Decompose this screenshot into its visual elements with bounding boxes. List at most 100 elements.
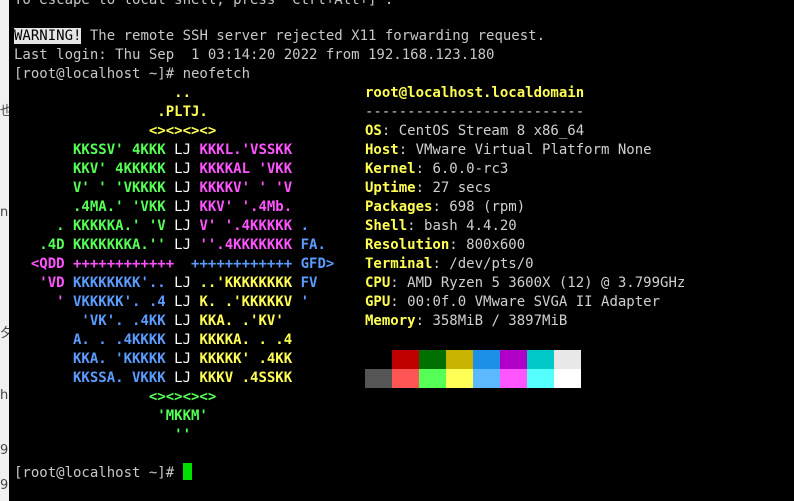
info-label: Terminal bbox=[365, 256, 433, 272]
logo-line: .4MA.' 'VKK LJ KKV' '.4Mb. bbox=[14, 198, 292, 217]
logo-segment: ' bbox=[14, 294, 74, 310]
terminal-line-last-login: Last login: Thu Sep 1 03:14:20 2022 from… bbox=[14, 47, 495, 63]
info-colon: : bbox=[398, 142, 416, 158]
logo-segment: KKKKV' ' 'V bbox=[199, 180, 293, 196]
logo-line: V' ' 'VKKKK LJ KKKKV' ' 'V bbox=[14, 179, 292, 198]
info-value: 6.0.0-rc3 bbox=[432, 161, 509, 177]
info-value: 698 (rpm) bbox=[449, 199, 526, 215]
logo-segment: KKKKK' .4KK bbox=[199, 351, 293, 367]
logo-segment: K. .'KKKKKV bbox=[199, 294, 293, 310]
info-colon: : bbox=[390, 275, 408, 291]
color-swatch bbox=[500, 369, 527, 388]
info-colon: : bbox=[432, 199, 450, 215]
logo-segment: KKKKKKKK'.. bbox=[73, 275, 175, 291]
color-swatch bbox=[365, 369, 392, 388]
info-value: 27 secs bbox=[432, 180, 492, 196]
info-label: Uptime bbox=[365, 180, 416, 196]
logo-line: KKV' 4KKKKK LJ KKKKAL 'VKK bbox=[14, 160, 292, 179]
logo-segment: .4KK bbox=[132, 313, 175, 329]
info-colon: : bbox=[390, 294, 408, 310]
logo-segment: V' ' 'VKKKK bbox=[14, 180, 175, 196]
info-colon: : bbox=[407, 218, 425, 234]
logo-segment: KKKV .4SSKK bbox=[199, 370, 293, 386]
logo-segment: KKA. .'KV' bbox=[199, 313, 284, 329]
info-colon: : bbox=[381, 123, 399, 139]
logo-line: . KKKKKA.' 'V LJ V' '.4KKKKK . bbox=[14, 217, 309, 236]
info-label: Resolution bbox=[365, 237, 450, 253]
logo-segment: LJ bbox=[174, 351, 200, 367]
logo-segment: ++++++++++++ bbox=[191, 256, 293, 272]
color-swatch bbox=[419, 369, 446, 388]
logo-segment: FA. bbox=[292, 237, 326, 253]
logo-segment: 'VK'. bbox=[14, 313, 133, 329]
logo-segment: LJ bbox=[174, 218, 200, 234]
logo-segment: . bbox=[292, 218, 310, 234]
info-field-cpu: CPU: AMD Ryzen 5 3600X (12) @ 3.799GHz bbox=[365, 274, 685, 293]
info-label: CPU bbox=[365, 275, 391, 291]
color-palette-row-normal bbox=[365, 350, 581, 369]
logo-segment: KKSSV' 4KKK bbox=[14, 142, 175, 158]
logo-segment: LJ bbox=[174, 237, 200, 253]
logo-segment: KKSSA. VKKK bbox=[14, 370, 175, 386]
logo-segment: .4D KKKKKKKA.'' bbox=[14, 237, 175, 253]
color-swatch bbox=[473, 369, 500, 388]
info-label: Host bbox=[365, 142, 399, 158]
logo-line: KKSSV' 4KKK LJ KKKL.'VSSKK bbox=[14, 141, 292, 160]
info-colon: : bbox=[432, 256, 450, 272]
color-palette-row-bright bbox=[365, 369, 581, 388]
logo-segment: KKKKAL 'VKK bbox=[199, 161, 293, 177]
logo-segment: 'VD bbox=[14, 275, 74, 291]
logo-segment: <QDD bbox=[14, 256, 74, 272]
logo-segment: A. . .4KKKK bbox=[14, 332, 175, 348]
logo-segment: V' '.4KKKKK bbox=[199, 218, 293, 234]
logo-line: KKA. 'KKKKK LJ KKKKK' .4KK bbox=[14, 350, 292, 369]
info-value: bash 4.4.20 bbox=[424, 218, 517, 234]
logo-segment: KKA. 'KKKKK bbox=[14, 351, 175, 367]
info-colon: : bbox=[415, 180, 433, 196]
info-colon: : bbox=[415, 313, 433, 329]
logo-line: .PLTJ. bbox=[14, 103, 208, 122]
color-swatch bbox=[392, 369, 419, 388]
logo-segment: .4MA.' 'VKK bbox=[14, 199, 175, 215]
terminal-line-escape-hint: To escape to local shell, press 'Ctrl+Al… bbox=[14, 0, 394, 8]
info-field-gpu: GPU: 00:0f.0 VMware SVGA II Adapter bbox=[365, 293, 660, 312]
logo-line: <><><><> bbox=[14, 122, 216, 141]
info-label: Packages bbox=[365, 199, 433, 215]
color-palette bbox=[365, 350, 581, 388]
info-value: VMware Virtual Platform None bbox=[415, 142, 652, 158]
info-title-hostname: root@localhost.localdomain bbox=[365, 85, 585, 101]
logo-segment: . KKKKKA.' 'V bbox=[14, 218, 175, 234]
terminal-line-warning: WARNING! The remote SSH server rejected … bbox=[14, 27, 545, 46]
terminal-cursor bbox=[182, 463, 192, 480]
logo-line: '' bbox=[14, 426, 191, 445]
logo-line: 'VK'. .4KK LJ KKA. .'KV' bbox=[14, 312, 284, 331]
logo-line: 'VD KKKKKKKK'.. LJ ..'KKKKKKKK FV bbox=[14, 274, 317, 293]
color-swatch bbox=[446, 350, 473, 369]
info-field-resolution: Resolution: 800x600 bbox=[365, 236, 525, 255]
info-value: CentOS Stream 8 x86_64 bbox=[398, 123, 585, 139]
color-swatch bbox=[554, 369, 581, 388]
logo-segment: LJ bbox=[174, 180, 200, 196]
logo-segment: LJ bbox=[174, 199, 200, 215]
logo-line: 'MKKM' bbox=[14, 407, 208, 426]
terminal-line-prompt-neofetch: [root@localhost ~]# neofetch bbox=[14, 66, 251, 82]
logo-segment: LJ bbox=[174, 142, 200, 158]
warning-tag: WARNING! bbox=[14, 28, 82, 44]
terminal-window[interactable]: To escape to local shell, press 'Ctrl+Al… bbox=[9, 0, 794, 501]
logo-segment: ++++++++++++ bbox=[73, 256, 192, 272]
info-field-memory: Memory: 358MiB / 3897MiB bbox=[365, 312, 567, 331]
logo-segment: LJ bbox=[174, 275, 200, 291]
logo-segment: LJ bbox=[174, 313, 200, 329]
logo-segment: ''.4KKKKKKK bbox=[199, 237, 293, 253]
logo-segment: GFD> bbox=[292, 256, 335, 272]
logo-segment: KKKKA. . .4 bbox=[199, 332, 293, 348]
info-field-kernel: Kernel: 6.0.0-rc3 bbox=[365, 160, 508, 179]
color-swatch bbox=[446, 369, 473, 388]
info-label: OS bbox=[365, 123, 382, 139]
info-value: AMD Ryzen 5 3600X (12) @ 3.799GHz bbox=[407, 275, 686, 291]
logo-segment: LJ bbox=[174, 161, 200, 177]
info-field-shell: Shell: bash 4.4.20 bbox=[365, 217, 517, 236]
terminal-line-prompt[interactable]: [root@localhost ~]# bbox=[14, 463, 192, 482]
info-value: 358MiB / 3897MiB bbox=[432, 313, 568, 329]
info-label: GPU bbox=[365, 294, 391, 310]
